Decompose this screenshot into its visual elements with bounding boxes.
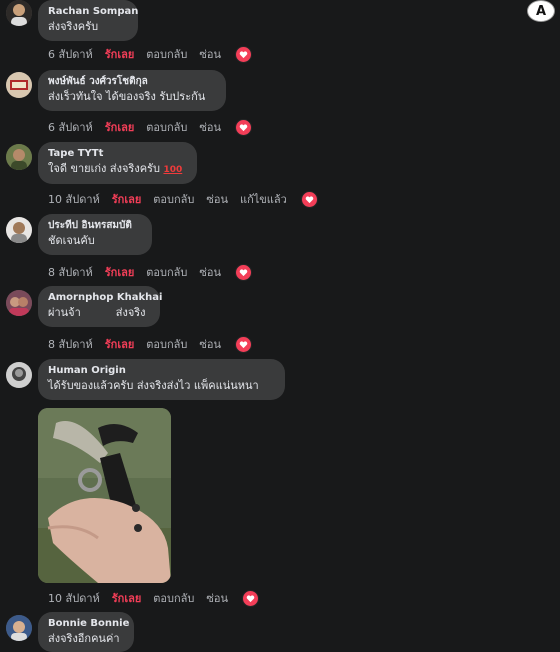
comment-author[interactable]: Amornphop Khakhai <box>48 291 162 305</box>
reply-button[interactable]: ตอบกลับ <box>146 263 187 281</box>
like-button[interactable]: รักเลย <box>105 45 135 63</box>
reply-button[interactable]: ตอบกลับ <box>153 589 194 607</box>
comment-photo[interactable] <box>38 408 171 583</box>
comment-actions: 6 สัปดาห์ รักเลย ตอบกลับ ซ่อน <box>48 45 252 63</box>
comment-bubble: Amornphop Khakhai ผ่านจ้า ส่งจริง <box>38 286 162 327</box>
heart-icon[interactable] <box>300 190 318 208</box>
comment-text: ส่งจริงครับ <box>48 20 99 33</box>
comment-time[interactable]: 6 สัปดาห์ <box>48 118 93 136</box>
heart-icon[interactable] <box>235 45 252 63</box>
hide-button[interactable]: ซ่อน <box>199 45 221 63</box>
hide-button[interactable]: ซ่อน <box>199 335 221 353</box>
hide-button[interactable]: ซ่อน <box>206 589 228 607</box>
hide-button[interactable]: ซ่อน <box>206 190 228 208</box>
hide-button[interactable]: ซ่อน <box>199 118 221 136</box>
heart-icon[interactable] <box>235 118 252 136</box>
hide-button[interactable]: ซ่อน <box>199 263 221 281</box>
comment-author[interactable]: Human Origin <box>48 364 275 378</box>
comment-actions: 8 สัปดาห์ รักเลย ตอบกลับ ซ่อน <box>48 263 252 281</box>
avatar[interactable] <box>6 362 32 388</box>
comment-bubble: Human Origin ได้รับของแล้วครับ ส่งจริงส่… <box>38 359 285 400</box>
avatar[interactable] <box>6 615 32 641</box>
comment-time[interactable]: 8 สัปดาห์ <box>48 335 93 353</box>
heart-icon[interactable] <box>235 335 252 353</box>
comment-author[interactable]: Rachan Sompan <box>48 5 138 19</box>
avatar[interactable] <box>6 144 32 170</box>
like-button[interactable]: รักเลย <box>105 118 135 136</box>
avatar[interactable] <box>6 72 32 98</box>
reply-button[interactable]: ตอบกลับ <box>146 335 187 353</box>
comment-text: ส่งเร็วทันใจ ได้ของจริง รับประกัน <box>48 90 206 103</box>
avatar[interactable] <box>6 217 32 243</box>
comment-time[interactable]: 8 สัปดาห์ <box>48 263 93 281</box>
edited-label[interactable]: แก้ไขแล้ว <box>240 190 287 208</box>
comment-text: ได้รับของแล้วครับ ส่งจริงส่งไว แพ็คแน่นห… <box>48 379 259 392</box>
comment-text: ส่งจริงอีกคนค่า <box>48 632 120 645</box>
comment-text: ผ่านจ้า ส่งจริง <box>48 306 146 319</box>
comment-bubble: Rachan Sompan ส่งจริงครับ <box>38 0 138 41</box>
comment-text: ใจดี ขายเก่ง ส่งจริงครับ 100 <box>48 161 187 178</box>
like-button[interactable]: รักเลย <box>112 190 142 208</box>
comment-author[interactable]: พงษ์พันธ์ วงศ์วรโชติกุล <box>48 75 216 89</box>
comment-author[interactable]: ประทีป อินทรสมบัติ <box>48 219 142 233</box>
comment-actions: 10 สัปดาห์ รักเลย ตอบกลับ ซ่อน แก้ไขแล้ว <box>48 190 318 208</box>
like-button[interactable]: รักเลย <box>112 589 142 607</box>
avatar[interactable] <box>6 290 32 316</box>
hundred-points-icon: 100 <box>163 165 183 175</box>
comment-text: ชัดเจนคับ <box>48 234 95 247</box>
heart-icon[interactable] <box>235 263 252 281</box>
translate-button[interactable]: A <box>527 0 555 22</box>
reply-button[interactable]: ตอบกลับ <box>146 118 187 136</box>
avatar[interactable] <box>6 0 32 26</box>
comment-bubble: พงษ์พันธ์ วงศ์วรโชติกุล ส่งเร็วทันใจ ได้… <box>38 70 226 111</box>
comment-actions: 6 สัปดาห์ รักเลย ตอบกลับ ซ่อน <box>48 118 252 136</box>
comment-actions: 10 สัปดาห์ รักเลย ตอบกลับ ซ่อน <box>48 589 259 607</box>
comment-actions: 8 สัปดาห์ รักเลย ตอบกลับ ซ่อน <box>48 335 252 353</box>
comment-time[interactable]: 10 สัปดาห์ <box>48 190 100 208</box>
comment-author[interactable]: Bonnie Bonnie <box>48 617 129 631</box>
like-button[interactable]: รักเลย <box>105 335 135 353</box>
comment-text-body: ใจดี ขายเก่ง ส่งจริงครับ <box>48 162 160 175</box>
comment-bubble: ประทีป อินทรสมบัติ ชัดเจนคับ <box>38 214 152 255</box>
heart-icon[interactable] <box>242 589 259 607</box>
comment-author[interactable]: Tape TYTt <box>48 147 187 161</box>
comment-bubble: Tape TYTt ใจดี ขายเก่ง ส่งจริงครับ 100 <box>38 142 197 184</box>
comment-time[interactable]: 6 สัปดาห์ <box>48 45 93 63</box>
reply-button[interactable]: ตอบกลับ <box>146 45 187 63</box>
reply-button[interactable]: ตอบกลับ <box>153 190 194 208</box>
comment-time[interactable]: 10 สัปดาห์ <box>48 589 100 607</box>
comment-bubble: Bonnie Bonnie ส่งจริงอีกคนค่า <box>38 612 134 652</box>
like-button[interactable]: รักเลย <box>105 263 135 281</box>
